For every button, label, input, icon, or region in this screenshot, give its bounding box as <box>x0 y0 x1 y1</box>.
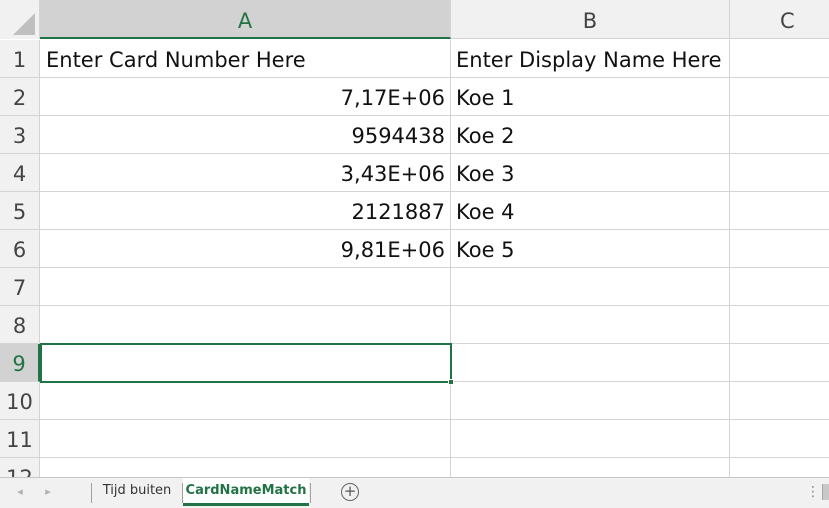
cell-c9[interactable] <box>730 344 829 382</box>
tab-separator <box>310 483 311 503</box>
horizontal-scrollbar[interactable] <box>822 484 829 500</box>
more-options-icon[interactable]: ⋮ <box>806 482 820 502</box>
row-header-11[interactable]: 11 <box>0 420 40 458</box>
cell-c2[interactable] <box>730 78 829 116</box>
row-header-6[interactable]: 6 <box>0 230 40 268</box>
add-sheet-icon[interactable]: + <box>341 483 359 501</box>
row-header-4[interactable]: 4 <box>0 154 40 192</box>
spreadsheet-grid: A B C 1 Enter Card Number Here Enter Displ… <box>0 0 829 477</box>
cell-b10[interactable] <box>451 382 730 420</box>
cell-c4[interactable] <box>730 154 829 192</box>
sheet-tab-bar: ◂ ▸ Tijd buiten CardNameMatch + ⋮ <box>0 477 829 508</box>
cell-a4[interactable]: 3,43E+06 <box>40 154 451 192</box>
scroll-tabs-left-icon[interactable]: ◂ <box>12 482 28 502</box>
cell-b3[interactable]: Koe 2 <box>451 116 730 154</box>
row-header-5[interactable]: 5 <box>0 192 40 230</box>
sheet-tab-tijd-buiten[interactable]: Tijd buiten <box>92 478 182 506</box>
select-all-triangle-icon <box>13 13 35 35</box>
cell-c8[interactable] <box>730 306 829 344</box>
row-header-2[interactable]: 2 <box>0 78 40 116</box>
cell-c12[interactable] <box>730 458 829 477</box>
cell-b12[interactable] <box>451 458 730 477</box>
cell-b9[interactable] <box>451 344 730 382</box>
row-header-7[interactable]: 7 <box>0 268 40 306</box>
cell-a1[interactable]: Enter Card Number Here <box>40 40 451 78</box>
cell-b5[interactable]: Koe 4 <box>451 192 730 230</box>
cell-a11[interactable] <box>40 420 451 458</box>
cell-b4[interactable]: Koe 3 <box>451 154 730 192</box>
scroll-tabs-right-icon[interactable]: ▸ <box>40 482 56 502</box>
cell-a2[interactable]: 7,17E+06 <box>40 78 451 116</box>
column-header-a[interactable]: A <box>40 0 451 39</box>
cell-c5[interactable] <box>730 192 829 230</box>
cell-b6[interactable]: Koe 5 <box>451 230 730 268</box>
cell-b1[interactable]: Enter Display Name Here <box>451 40 730 78</box>
cell-c10[interactable] <box>730 382 829 420</box>
cell-a8[interactable] <box>40 306 451 344</box>
column-header-c[interactable]: C <box>730 0 829 39</box>
cell-a9[interactable] <box>40 344 451 382</box>
cell-a5[interactable]: 2121887 <box>40 192 451 230</box>
cell-a3[interactable]: 9594438 <box>40 116 451 154</box>
sheet-tab-cardnamematch[interactable]: CardNameMatch <box>183 478 309 506</box>
fill-handle[interactable] <box>448 379 454 385</box>
cell-c3[interactable] <box>730 116 829 154</box>
cell-a10[interactable] <box>40 382 451 420</box>
cell-b2[interactable]: Koe 1 <box>451 78 730 116</box>
row-header-9[interactable]: 9 <box>0 344 40 382</box>
cell-c6[interactable] <box>730 230 829 268</box>
cell-a6[interactable]: 9,81E+06 <box>40 230 451 268</box>
cell-c1[interactable] <box>730 40 829 78</box>
cell-a12[interactable] <box>40 458 451 477</box>
cell-c7[interactable] <box>730 268 829 306</box>
select-all-corner[interactable] <box>0 0 40 39</box>
row-header-3[interactable]: 3 <box>0 116 40 154</box>
cell-c11[interactable] <box>730 420 829 458</box>
row-header-12[interactable]: 12 <box>0 458 40 477</box>
cell-b8[interactable] <box>451 306 730 344</box>
cell-b11[interactable] <box>451 420 730 458</box>
row-header-8[interactable]: 8 <box>0 306 40 344</box>
row-header-1[interactable]: 1 <box>0 40 40 78</box>
cell-a7[interactable] <box>40 268 451 306</box>
cell-b7[interactable] <box>451 268 730 306</box>
column-header-row: A B C <box>0 0 829 39</box>
row-header-10[interactable]: 10 <box>0 382 40 420</box>
column-header-b[interactable]: B <box>451 0 730 39</box>
